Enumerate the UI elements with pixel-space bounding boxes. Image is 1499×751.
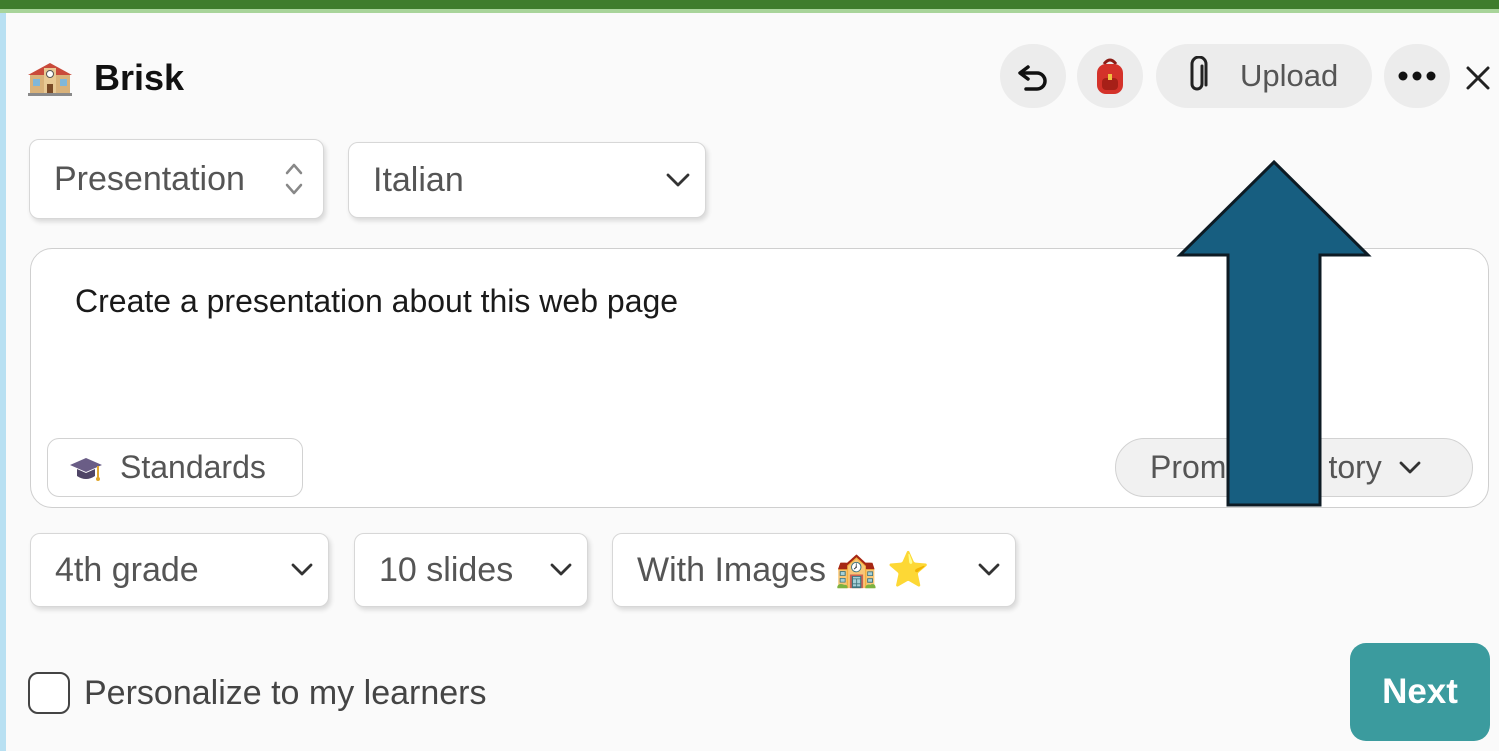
undo-button[interactable] <box>1000 44 1066 108</box>
close-icon <box>1466 66 1490 90</box>
left-edge-strip <box>0 13 6 751</box>
close-button[interactable] <box>1458 56 1498 100</box>
more-icon <box>1398 71 1436 81</box>
annotation-up-arrow <box>1176 160 1372 507</box>
output-type-value: Presentation <box>54 159 245 198</box>
upload-button[interactable]: Upload <box>1156 44 1372 108</box>
brand-header: Brisk <box>28 56 184 100</box>
next-button[interactable]: Next <box>1350 643 1490 741</box>
backpack-button[interactable] <box>1077 44 1143 108</box>
output-type-select[interactable]: Presentation <box>29 139 324 219</box>
graduation-cap-icon <box>70 457 102 481</box>
slides-value: 10 slides <box>379 550 514 589</box>
top-accent-bar <box>0 0 1499 13</box>
backpack-icon <box>1097 58 1123 94</box>
chevron-down-icon <box>666 173 690 187</box>
school-building-icon <box>28 63 72 96</box>
more-options-button[interactable] <box>1384 44 1450 108</box>
chevron-down-icon <box>1399 461 1421 473</box>
language-select[interactable]: Italian <box>348 142 706 218</box>
standards-button[interactable]: Standards <box>47 438 303 497</box>
language-value: Italian <box>373 160 464 199</box>
paperclip-icon <box>1190 56 1208 91</box>
personalize-checkbox[interactable] <box>28 672 70 714</box>
brand-name: Brisk <box>94 57 185 98</box>
grade-select[interactable]: 4th grade <box>30 533 329 607</box>
grade-value: 4th grade <box>55 550 199 589</box>
chevron-down-icon <box>550 563 572 576</box>
prompt-text: Create a presentation about this web pag… <box>75 283 679 319</box>
images-value: With Images 🏫 ⭐ <box>637 551 930 589</box>
undo-icon <box>1018 65 1047 91</box>
chevron-down-icon <box>978 563 1000 576</box>
personalize-label: Personalize to my learners <box>84 674 487 712</box>
up-down-chevron-icon <box>285 163 303 195</box>
upload-label: Upload <box>1240 58 1339 93</box>
images-select[interactable]: With Images 🏫 ⭐ <box>612 533 1016 607</box>
standards-label: Standards <box>120 449 266 485</box>
slides-select[interactable]: 10 slides <box>354 533 588 607</box>
chevron-down-icon <box>291 563 313 576</box>
